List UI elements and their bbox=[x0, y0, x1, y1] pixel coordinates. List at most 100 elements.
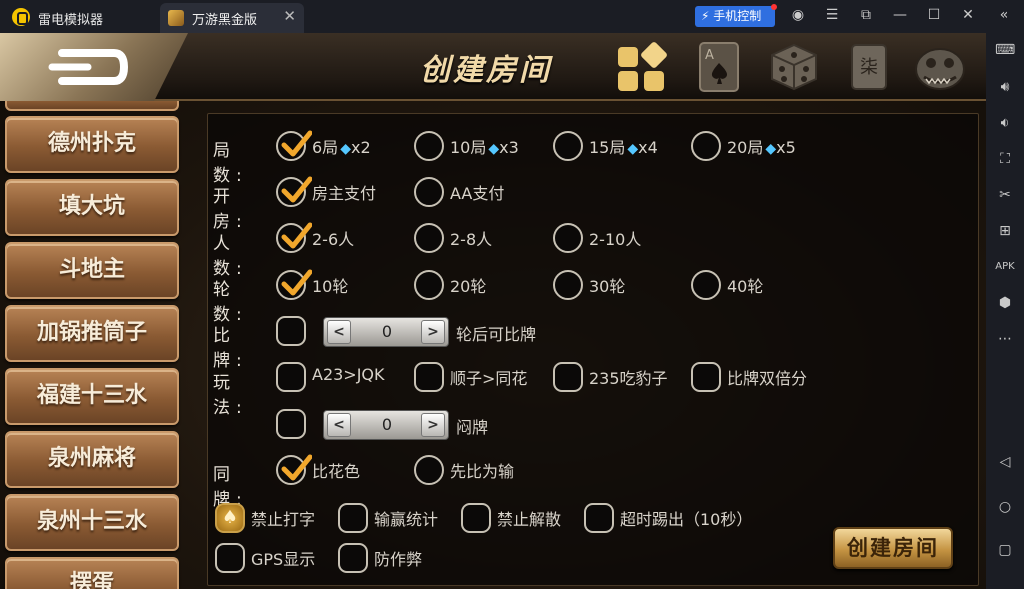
mahjong-tile-icon[interactable]: 柒 bbox=[842, 39, 898, 95]
option-label: 禁止打字 bbox=[251, 510, 316, 529]
back-button[interactable] bbox=[0, 33, 188, 101]
back-nav-icon[interactable]: ◁ bbox=[995, 453, 1015, 471]
stepper-value: 0 bbox=[381, 322, 393, 341]
decrement-button[interactable]: < bbox=[327, 320, 351, 344]
pay-label: 开 房: bbox=[213, 187, 248, 232]
checkbox[interactable] bbox=[553, 223, 583, 253]
diamond-icon: ◆ bbox=[488, 141, 500, 157]
screenshot-icon[interactable]: ⛶ bbox=[995, 150, 1015, 168]
poker-card-icon[interactable]: A bbox=[692, 39, 748, 95]
checkbox[interactable] bbox=[276, 409, 306, 439]
option-cost: x5 bbox=[776, 138, 796, 157]
checkbox[interactable] bbox=[691, 270, 721, 300]
dice-icon[interactable] bbox=[766, 39, 822, 95]
checkbox[interactable] bbox=[553, 270, 583, 300]
option-label: 10轮 bbox=[312, 277, 349, 296]
app-tab[interactable]: 万游黑金版 ✕ bbox=[160, 3, 304, 33]
game-list-item[interactable]: 填大坑 bbox=[5, 179, 179, 236]
account-icon[interactable]: ◉ bbox=[788, 7, 808, 23]
decrement-button[interactable]: < bbox=[327, 413, 351, 437]
option-label: 6局 bbox=[312, 138, 339, 157]
players-label: 人 数: bbox=[213, 234, 248, 279]
checkbox[interactable] bbox=[414, 131, 444, 161]
option-label: 20轮 bbox=[450, 277, 487, 296]
checkbox[interactable] bbox=[276, 130, 312, 161]
checkbox[interactable] bbox=[276, 222, 312, 253]
blind-rounds-stepper[interactable]: < 0 > bbox=[323, 410, 449, 440]
game-header: 创建房间 A 柒 bbox=[0, 33, 986, 101]
diamond-icon: ◆ bbox=[627, 141, 639, 157]
close-window-icon[interactable]: ✕ bbox=[958, 7, 978, 23]
compare-label: 比 牌: bbox=[213, 326, 248, 371]
phone-control-label: 手机控制 bbox=[713, 9, 762, 23]
option-label: A23>JQK bbox=[312, 365, 385, 384]
spade-checkbox-icon[interactable]: ♠ bbox=[215, 503, 245, 533]
checkmark-icon bbox=[281, 130, 312, 157]
checkbox[interactable] bbox=[414, 455, 444, 485]
keyboard-icon[interactable]: ⌨ bbox=[995, 41, 1015, 59]
add-window-icon[interactable]: ⊞ bbox=[995, 222, 1015, 240]
room-settings-panel: 局 数: 6局 ◆x2 10局 ◆x3 15局 ◆x4 20局 ◆x5 开 房: 房 bbox=[207, 113, 979, 586]
all-games-icon[interactable] bbox=[614, 39, 670, 95]
game-list-item[interactable]: 斗地主 bbox=[5, 242, 179, 299]
checkbox[interactable] bbox=[338, 543, 368, 573]
game-list-item-partial-top[interactable] bbox=[5, 101, 179, 111]
game-list-item[interactable]: 泉州十三水 bbox=[5, 494, 179, 551]
lion-dance-icon[interactable] bbox=[912, 39, 968, 95]
restore-window-icon[interactable]: ⧉ bbox=[856, 7, 876, 23]
volume-down-icon[interactable]: 🔉︎ bbox=[995, 114, 1015, 132]
checkbox[interactable] bbox=[276, 316, 306, 346]
increment-button[interactable]: > bbox=[421, 413, 445, 437]
checkbox[interactable] bbox=[414, 177, 444, 207]
recent-apps-icon[interactable]: ▢ bbox=[995, 541, 1015, 559]
option-label: 输赢统计 bbox=[374, 510, 439, 529]
checkbox[interactable] bbox=[276, 454, 312, 485]
option-label: 超时踢出（10秒） bbox=[620, 510, 753, 529]
checkbox[interactable] bbox=[553, 131, 583, 161]
volume-up-icon[interactable]: 🔊︎ bbox=[995, 78, 1015, 96]
option-label: 15局 bbox=[589, 138, 626, 157]
checkbox[interactable] bbox=[414, 270, 444, 300]
checkmark-icon bbox=[281, 222, 312, 249]
option-label: 顺子>同花 bbox=[450, 369, 528, 388]
lightning-icon: ⚡ bbox=[701, 9, 710, 23]
game-list-item[interactable]: 加锅推筒子 bbox=[5, 305, 179, 362]
checkbox[interactable] bbox=[215, 543, 245, 573]
game-list: 德州扑克 填大坑 斗地主 加锅推筒子 福建十三水 泉州麻将 泉州十三水 摆蛋 bbox=[0, 101, 190, 589]
scissors-icon[interactable]: ✂ bbox=[995, 186, 1015, 204]
checkbox[interactable] bbox=[276, 362, 306, 392]
game-list-item[interactable]: 福建十三水 bbox=[5, 368, 179, 425]
checkbox[interactable] bbox=[553, 362, 583, 392]
checkbox[interactable] bbox=[414, 362, 444, 392]
game-list-item[interactable]: 泉州麻将 bbox=[5, 431, 179, 488]
shake-icon[interactable]: ⬢ bbox=[995, 294, 1015, 312]
minimize-icon[interactable]: — bbox=[890, 7, 910, 23]
home-nav-icon[interactable]: ○ bbox=[995, 498, 1015, 516]
more-icon[interactable]: ⋯ bbox=[995, 330, 1015, 348]
emulator-sidebar: ⌨ 🔊︎ 🔉︎ ⛶ ✂ ⊞ APK ⬢ ⋯ ◁ ○ ▢ bbox=[986, 33, 1024, 589]
create-room-button[interactable]: 创建房间 bbox=[833, 527, 953, 569]
option-label: 235吃豹子 bbox=[589, 369, 668, 388]
phone-control-button[interactable]: ⚡ 手机控制 bbox=[695, 4, 777, 27]
checkbox[interactable] bbox=[338, 503, 368, 533]
checkbox[interactable] bbox=[276, 176, 312, 207]
turns-label: 轮 数: bbox=[213, 280, 248, 325]
svg-text:A: A bbox=[705, 48, 714, 63]
option-cost: x4 bbox=[638, 138, 658, 157]
checkbox[interactable] bbox=[691, 131, 721, 161]
compare-rounds-stepper[interactable]: < 0 > bbox=[323, 317, 449, 347]
increment-button[interactable]: > bbox=[421, 320, 445, 344]
checkbox[interactable] bbox=[276, 269, 312, 300]
checkbox[interactable] bbox=[461, 503, 491, 533]
menu-icon[interactable]: ☰ bbox=[822, 7, 842, 23]
checkbox[interactable] bbox=[414, 223, 444, 253]
checkbox[interactable] bbox=[691, 362, 721, 392]
close-tab-icon[interactable]: ✕ bbox=[283, 7, 296, 25]
apk-install-icon[interactable]: APK bbox=[995, 258, 1015, 276]
game-screen: 创建房间 A 柒 德州扑克 填大坑 斗地主 加锅推筒子 福建十三水 泉州麻将 泉… bbox=[0, 33, 986, 589]
collapse-sidebar-icon[interactable]: « bbox=[994, 7, 1014, 23]
game-list-item[interactable]: 德州扑克 bbox=[5, 116, 179, 173]
checkbox[interactable] bbox=[584, 503, 614, 533]
maximize-icon[interactable]: ☐ bbox=[924, 7, 944, 23]
game-list-item[interactable]: 摆蛋 bbox=[5, 557, 179, 589]
